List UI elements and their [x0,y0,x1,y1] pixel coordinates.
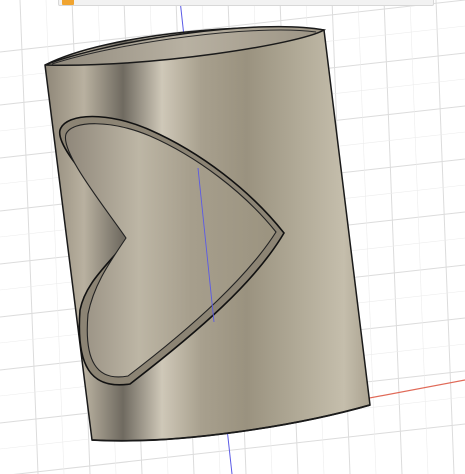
orange-app-icon [62,0,74,5]
toolbar-breadcrumb[interactable] [58,0,434,6]
top-toolbar-strip [0,0,465,8]
scene-canvas[interactable] [0,0,465,474]
cylinder-model[interactable] [44,25,371,442]
3d-viewport[interactable] [0,0,465,474]
